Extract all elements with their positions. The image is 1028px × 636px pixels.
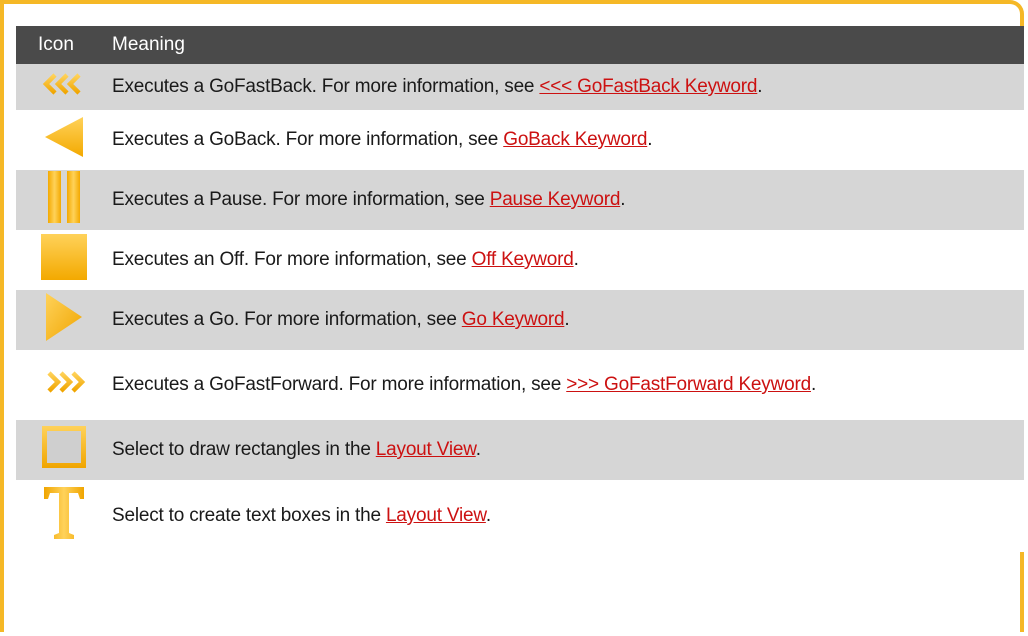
gofastforward-keyword-link[interactable]: >>> GoFastForward Keyword: [566, 374, 811, 395]
off-icon: [40, 233, 88, 287]
meaning-cell: Select to draw rectangles in the Layout …: [112, 420, 1024, 480]
go-keyword-link[interactable]: Go Keyword: [462, 309, 565, 330]
content-frame: Icon Meaning Executes a GoFastBack. For …: [0, 0, 1024, 632]
go-icon: [44, 292, 84, 348]
row-text: Executes a GoFastForward. For more infor…: [112, 374, 567, 395]
meaning-cell: Executes a Pause. For more information, …: [112, 170, 1024, 230]
row-suffix: .: [475, 439, 481, 460]
header-meaning: Meaning: [112, 26, 1024, 64]
table-row: Executes a GoBack. For more information,…: [16, 110, 1024, 170]
row-suffix: .: [620, 189, 626, 210]
table-row: Select to create text boxes in the Layou…: [16, 480, 1024, 552]
icon-cell: [16, 110, 112, 170]
table-row: Executes a GoFastBack. For more informat…: [16, 64, 1024, 110]
meaning-cell: Executes a GoFastForward. For more infor…: [112, 350, 1024, 420]
table-row: Executes an Off. For more information, s…: [16, 230, 1024, 290]
off-keyword-link[interactable]: Off Keyword: [472, 249, 574, 270]
row-text: Select to draw rectangles in the: [112, 439, 376, 460]
meaning-cell: Executes a GoFastBack. For more informat…: [112, 64, 1024, 110]
header-icon: Icon: [16, 26, 112, 64]
row-suffix: .: [647, 129, 653, 150]
icon-cell: [16, 420, 112, 480]
table-row: Executes a Go. For more information, see…: [16, 290, 1024, 350]
table-row: Select to draw rectangles in the Layout …: [16, 420, 1024, 480]
icon-cell: [16, 480, 112, 552]
meaning-cell: Executes a GoBack. For more information,…: [112, 110, 1024, 170]
icon-cell: [16, 64, 112, 110]
meaning-cell: Executes a Go. For more information, see…: [112, 290, 1024, 350]
pause-icon: [46, 171, 82, 229]
go-fast-back-icon: [42, 72, 86, 102]
icon-cell: [16, 230, 112, 290]
row-text: Executes a Pause. For more information, …: [112, 189, 490, 210]
row-text: Executes a GoFastBack. For more informat…: [112, 76, 540, 97]
table-row: Executes a Pause. For more information, …: [16, 170, 1024, 230]
row-suffix: .: [573, 249, 579, 270]
table-header-row: Icon Meaning: [16, 26, 1024, 64]
meaning-cell: Select to create text boxes in the Layou…: [112, 480, 1024, 552]
row-suffix: .: [485, 505, 491, 526]
icon-cell: [16, 350, 112, 420]
table-row: Executes a GoFastForward. For more infor…: [16, 350, 1024, 420]
layout-view-link[interactable]: Layout View: [386, 505, 486, 526]
go-back-icon: [43, 116, 85, 164]
icon-cell: [16, 170, 112, 230]
pause-keyword-link[interactable]: Pause Keyword: [490, 189, 621, 210]
row-text: Executes a GoBack. For more information,…: [112, 129, 504, 150]
row-suffix: .: [810, 374, 817, 395]
goback-keyword-link[interactable]: GoBack Keyword: [503, 129, 647, 150]
row-suffix: .: [564, 309, 570, 330]
icon-table: Icon Meaning Executes a GoFastBack. For …: [16, 26, 1024, 552]
icon-cell: [16, 290, 112, 350]
row-text: Select to create text boxes in the: [112, 505, 386, 526]
row-text: Executes a Go. For more information, see: [112, 309, 462, 330]
row-text: Executes an Off. For more information, s…: [112, 249, 472, 270]
gofastback-keyword-link[interactable]: <<< GoFastBack Keyword: [539, 76, 757, 97]
go-fast-forward-icon: [42, 370, 86, 400]
meaning-cell: Executes an Off. For more information, s…: [112, 230, 1024, 290]
rectangle-icon: [41, 425, 87, 475]
row-suffix: .: [757, 76, 763, 97]
text-box-icon: [42, 485, 86, 547]
layout-view-link[interactable]: Layout View: [376, 439, 476, 460]
